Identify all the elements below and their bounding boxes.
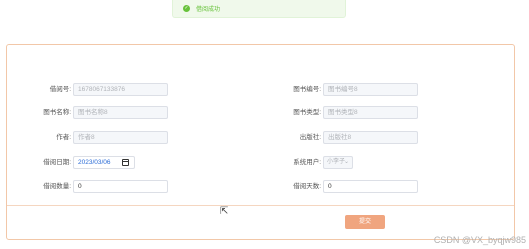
- form-divider: [7, 205, 514, 206]
- system-user-value: 小李子: [327, 159, 346, 165]
- mouse-cursor-icon: ⇱: [220, 206, 229, 217]
- system-user-label: 系统用户:: [293, 159, 321, 166]
- form-row-1: 借阅号: 1678067133876 图书编号: 图书编号8: [7, 83, 514, 97]
- author-label: 作者:: [56, 134, 71, 141]
- success-toast: ✓ 借阅成功: [172, 0, 346, 18]
- borrow-days-input[interactable]: 0: [323, 180, 418, 193]
- toast-message: 借阅成功: [196, 7, 221, 13]
- borrow-quantity-input[interactable]: 0: [73, 180, 168, 193]
- form-row-3: 作者: 作者8 出版社: 出版社8: [7, 131, 514, 145]
- form-row-4: 借阅日期: 2023/03/06 系统用户: 小李子 ⌄: [7, 156, 514, 170]
- publisher-field[interactable]: 出版社8: [323, 131, 418, 144]
- borrow-date-label: 借阅日期:: [43, 159, 71, 166]
- check-icon: ✓: [183, 5, 190, 12]
- book-name-field[interactable]: 图书名称8: [73, 106, 168, 119]
- book-type-field[interactable]: 图书类型8: [323, 106, 418, 119]
- borrow-form-panel: 借阅号: 1678067133876 图书编号: 图书编号8 图书名称: 图书名…: [6, 44, 515, 240]
- book-name-label: 图书名称:: [43, 109, 71, 116]
- book-number-label: 图书编号:: [293, 86, 321, 93]
- watermark: CSDN @VX_byqjw985: [433, 235, 526, 245]
- calendar-icon[interactable]: [122, 159, 129, 166]
- author-field[interactable]: 作者8: [73, 131, 168, 144]
- borrow-days-label: 借阅天数:: [293, 183, 321, 190]
- borrow-quantity-label: 借阅数量:: [43, 183, 71, 190]
- submit-button[interactable]: 提交: [345, 215, 385, 229]
- book-type-label: 图书类型:: [293, 109, 321, 116]
- borrow-number-field[interactable]: 1678067133876: [73, 83, 168, 96]
- system-user-select[interactable]: 小李子 ⌄: [323, 156, 353, 169]
- form-row-2: 图书名称: 图书名称8 图书类型: 图书类型8: [7, 106, 514, 120]
- chevron-down-icon: ⌄: [343, 159, 349, 165]
- form-row-5: 借阅数量: 0 借阅天数: 0: [7, 180, 514, 194]
- book-number-field[interactable]: 图书编号8: [323, 83, 418, 96]
- borrow-number-label: 借阅号:: [49, 86, 71, 93]
- publisher-label: 出版社:: [299, 134, 321, 141]
